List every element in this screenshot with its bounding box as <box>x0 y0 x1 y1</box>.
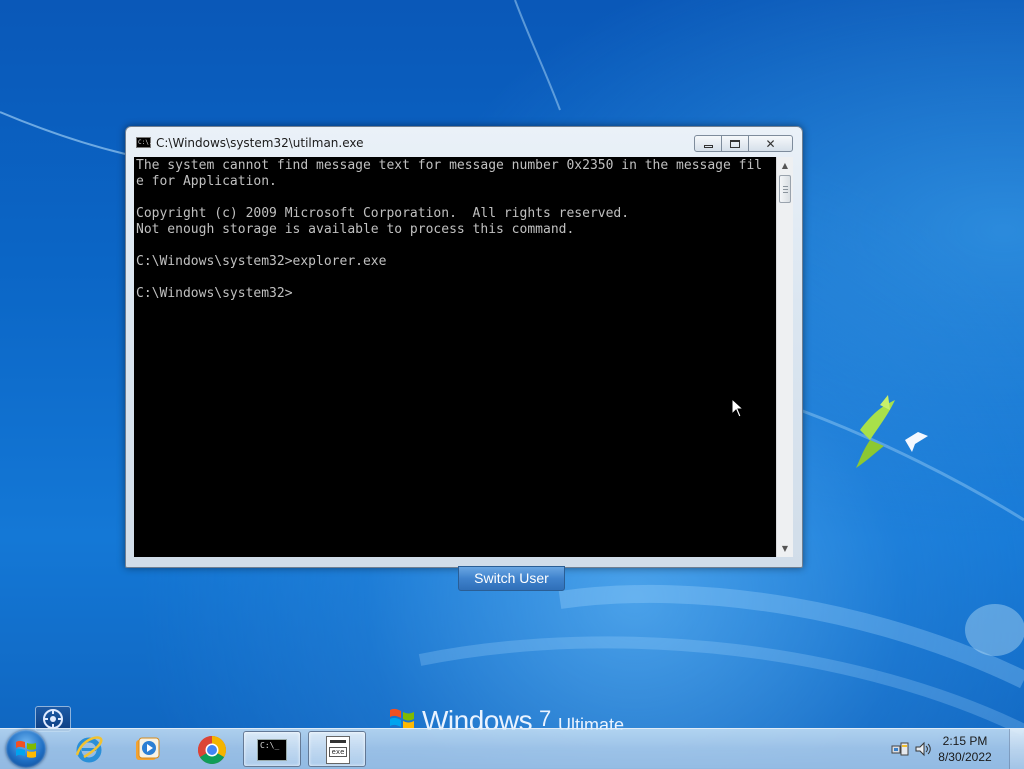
console-line: The system cannot find message text for … <box>136 158 763 173</box>
taskbar-document[interactable]: exe <box>308 731 366 767</box>
clock[interactable]: 2:15 PM 8/30/2022 <box>930 733 1000 765</box>
title-bar[interactable]: C:\. C:\Windows\system32\utilman.exe ✕ <box>126 127 802 157</box>
document-icon-header <box>330 740 346 743</box>
console-output[interactable]: The system cannot find message text for … <box>134 157 776 557</box>
chrome-icon <box>198 736 226 764</box>
console-line: C:\Windows\system32> <box>136 286 293 301</box>
minimize-icon <box>703 145 713 148</box>
console-window[interactable]: C:\. C:\Windows\system32\utilman.exe ✕ T… <box>125 126 803 568</box>
thumb-grip-line <box>783 192 788 193</box>
windows-orb-icon <box>16 740 36 758</box>
console-line: C:\Windows\system32>explorer.exe <box>136 254 387 269</box>
console-text: The system cannot find message text for … <box>136 158 776 302</box>
close-icon: ✕ <box>765 136 776 151</box>
taskbar-chrome[interactable] <box>183 731 241 767</box>
switch-user-button[interactable]: Switch User <box>458 566 565 591</box>
ease-of-access-icon <box>43 709 63 729</box>
minimize-button[interactable] <box>694 135 722 152</box>
document-icon-label: exe <box>329 747 347 757</box>
document-icon: exe <box>326 736 350 764</box>
network-icon[interactable] <box>891 741 909 757</box>
windows-branding: Windows 7 Ultimate <box>388 704 633 730</box>
console-icon-text: C:\. <box>138 139 153 146</box>
command-prompt-icon-text: C:\_ <box>260 741 280 750</box>
show-desktop-button[interactable] <box>1009 729 1024 769</box>
console-line: Not enough storage is available to proce… <box>136 222 575 237</box>
bird-decoration <box>856 395 895 468</box>
scroll-thumb[interactable] <box>779 175 791 203</box>
close-button[interactable]: ✕ <box>748 135 793 152</box>
maximize-button[interactable] <box>721 135 749 152</box>
brand-word: Windows <box>422 705 533 730</box>
scroll-down-arrow-icon[interactable]: ▼ <box>777 540 793 557</box>
taskbar-command-prompt[interactable]: C:\_ <box>243 731 301 767</box>
internet-explorer-icon <box>75 736 103 763</box>
taskbar-media-player[interactable] <box>118 731 176 767</box>
maximize-icon <box>730 139 740 148</box>
small-bird-decoration <box>905 432 928 452</box>
taskbar: C:\_ exe 2:15 PM 8/30/2022 <box>0 728 1024 769</box>
command-prompt-icon: C:\_ <box>257 739 287 761</box>
mouse-pointer-icon <box>731 398 745 418</box>
start-button[interactable] <box>6 730 46 768</box>
thumb-grip-line <box>783 186 788 187</box>
clock-time: 2:15 PM <box>942 734 988 748</box>
console-line: e for Application. <box>136 174 277 189</box>
brand-version: 7 <box>539 706 552 730</box>
media-player-icon <box>136 737 160 760</box>
console-line: Copyright (c) 2009 Microsoft Corporation… <box>136 206 630 221</box>
window-title: C:\Windows\system32\utilman.exe <box>156 136 364 150</box>
scroll-up-arrow-icon[interactable]: ▲ <box>777 157 793 174</box>
windows-flag-icon <box>390 708 414 730</box>
console-icon: C:\. <box>136 137 153 148</box>
clock-date: 8/30/2022 <box>938 750 992 764</box>
vertical-scrollbar[interactable]: ▲ ▼ <box>776 157 793 557</box>
taskbar-internet-explorer[interactable] <box>60 731 118 767</box>
thumb-grip-line <box>783 189 788 190</box>
